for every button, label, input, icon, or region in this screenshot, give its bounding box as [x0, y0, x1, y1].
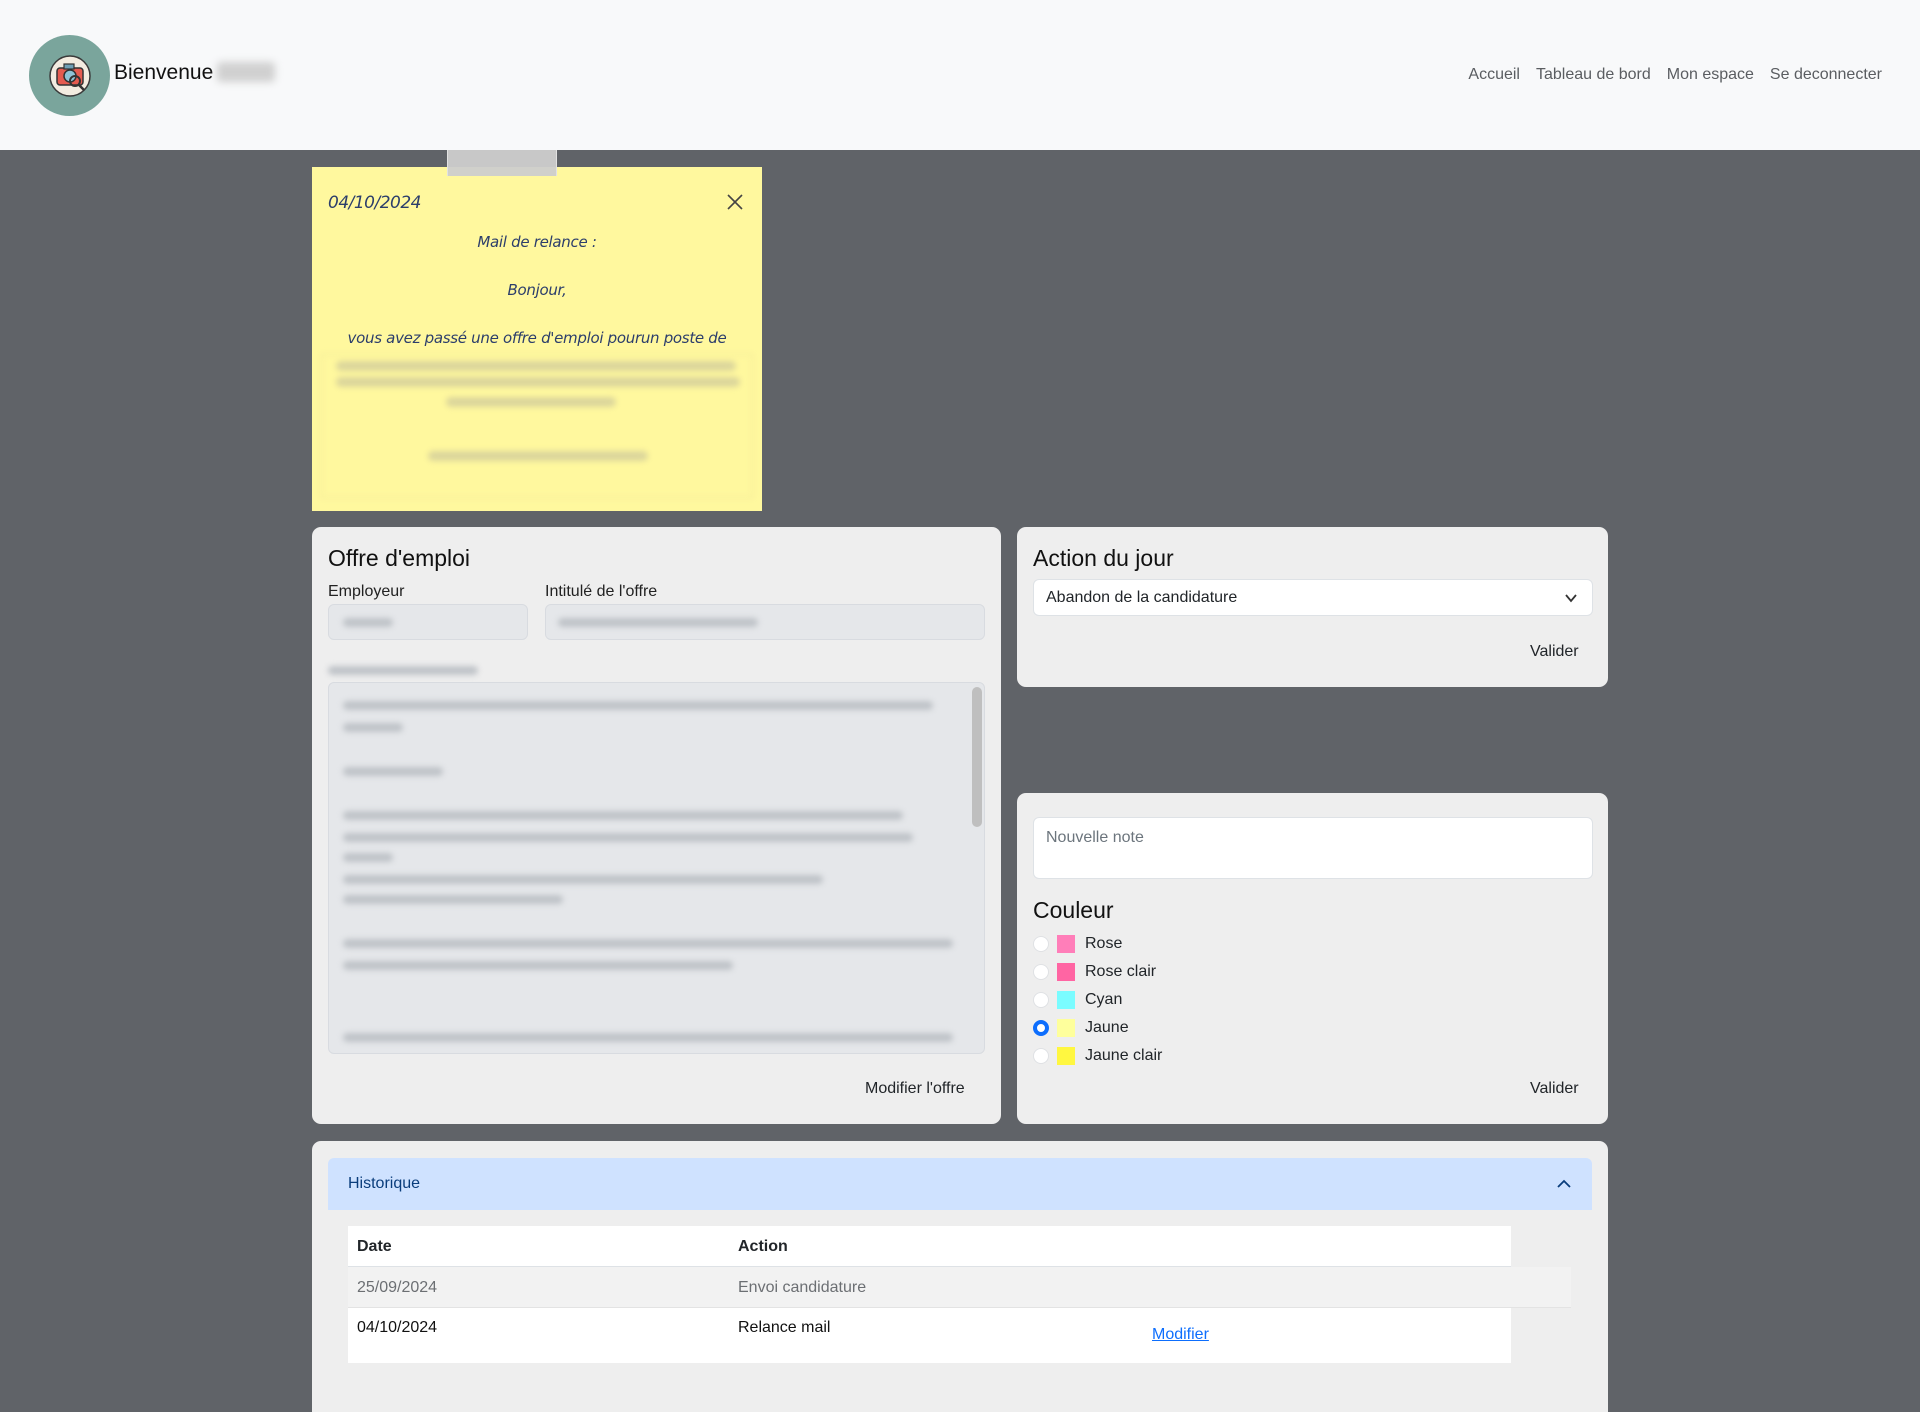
- radio-rose-clair[interactable]: [1033, 964, 1049, 980]
- note-line-3: vous avez passé une offre d'emploi pouru…: [347, 329, 727, 347]
- label-cyan: Cyan: [1085, 991, 1123, 1008]
- action-title: Action du jour: [1033, 545, 1174, 571]
- label-rose-clair: Rose clair: [1085, 963, 1157, 980]
- camera-search-icon: [48, 54, 91, 97]
- color-option-rose-clair[interactable]: Rose clair: [1033, 961, 1156, 983]
- row-2-action: Relance mail: [738, 1319, 831, 1336]
- action-selected-value: Abandon de la candidature: [1046, 589, 1238, 606]
- textarea-scrollbar[interactable]: [972, 687, 982, 827]
- nav-tableau-de-bord[interactable]: Tableau de bord: [1536, 66, 1651, 84]
- row-1-date: 25/09/2024: [357, 1279, 438, 1296]
- note-line-1: Mail de relance :: [477, 233, 597, 251]
- radio-jaune[interactable]: [1033, 1020, 1049, 1036]
- description-label-redacted: [328, 660, 484, 680]
- employer-label: Employeur: [328, 583, 405, 600]
- chevron-down-icon: [1565, 594, 1577, 603]
- col-action: Action: [738, 1238, 788, 1255]
- navbar: Bienvenue Accueil Tableau de bord Mon es…: [0, 0, 1920, 150]
- row-2-date: 04/10/2024: [357, 1319, 438, 1336]
- nav-mon-espace[interactable]: Mon espace: [1667, 66, 1754, 84]
- nav-se-deconnecter[interactable]: Se deconnecter: [1770, 66, 1882, 84]
- note-date: 04/10/2024: [328, 193, 421, 213]
- history-title: Historique: [348, 1175, 421, 1192]
- username-redacted: [217, 62, 276, 82]
- radio-rose[interactable]: [1033, 936, 1049, 952]
- welcome-label: Bienvenue: [114, 61, 214, 84]
- color-option-jaune-clair[interactable]: Jaune clair: [1033, 1045, 1162, 1067]
- close-icon[interactable]: [724, 191, 746, 213]
- color-option-cyan[interactable]: Cyan: [1033, 989, 1122, 1011]
- col-date: Date: [357, 1238, 392, 1255]
- welcome-text: Bienvenue: [114, 61, 276, 85]
- swatch-cyan: [1057, 991, 1075, 1009]
- table-row: 04/10/2024 Relance mail Modifier: [348, 1308, 1511, 1363]
- action-validate-button[interactable]: Valider: [1530, 643, 1579, 661]
- new-note-textarea[interactable]: Nouvelle note: [1033, 817, 1593, 879]
- offer-title-input[interactable]: [545, 604, 985, 640]
- note-line-2: Bonjour,: [507, 281, 567, 299]
- label-jaune: Jaune: [1085, 1019, 1129, 1036]
- note-validate-button[interactable]: Valider: [1530, 1080, 1579, 1098]
- nav-accueil[interactable]: Accueil: [1468, 66, 1520, 84]
- history-accordion-toggle[interactable]: Historique: [328, 1158, 1592, 1210]
- new-note-placeholder: Nouvelle note: [1046, 829, 1144, 846]
- color-option-jaune[interactable]: Jaune: [1033, 1017, 1129, 1039]
- table-row: 25/09/2024 Envoi candidature: [348, 1267, 1571, 1308]
- modify-offer-button[interactable]: Modifier l'offre: [865, 1080, 965, 1098]
- description-textarea[interactable]: [328, 682, 985, 1054]
- action-select[interactable]: Abandon de la candidature: [1033, 579, 1593, 616]
- label-rose: Rose: [1085, 935, 1123, 952]
- table-header-row: Date Action: [348, 1226, 1511, 1267]
- sticky-note[interactable]: 04/10/2024 Mail de relance : Bonjour, vo…: [312, 167, 762, 511]
- nav-links: Accueil Tableau de bord Mon espace Se de…: [1468, 66, 1882, 84]
- swatch-jaune: [1057, 1019, 1075, 1037]
- label-jaune-clair: Jaune clair: [1085, 1047, 1163, 1064]
- color-option-rose[interactable]: Rose: [1033, 933, 1122, 955]
- offer-title: Offre d'emploi: [328, 545, 471, 571]
- swatch-rose: [1057, 935, 1075, 953]
- note-tape: [447, 150, 557, 176]
- radio-cyan[interactable]: [1033, 992, 1049, 1008]
- row-1-action: Envoi candidature: [738, 1279, 867, 1296]
- offer-title-label: Intitulé de l'offre: [545, 583, 658, 600]
- chevron-up-icon: [1557, 1179, 1571, 1188]
- swatch-jaune-clair: [1057, 1047, 1075, 1065]
- app-logo[interactable]: [29, 35, 110, 116]
- color-title: Couleur: [1033, 897, 1114, 923]
- employer-input[interactable]: [328, 604, 528, 640]
- radio-jaune-clair[interactable]: [1033, 1048, 1049, 1064]
- swatch-rose-clair: [1057, 963, 1075, 981]
- modify-history-link[interactable]: Modifier: [1152, 1326, 1209, 1344]
- note-body-redacted: [321, 354, 753, 498]
